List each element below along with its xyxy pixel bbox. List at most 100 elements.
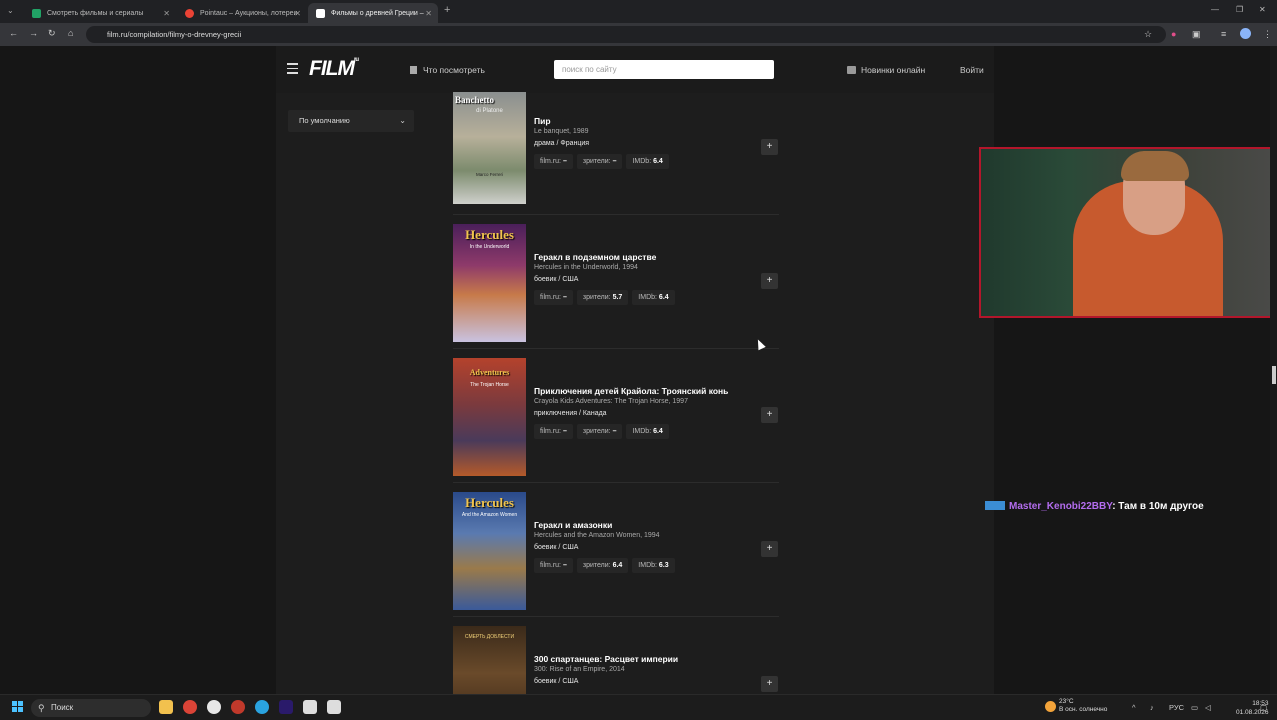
- tab-films[interactable]: Смотреть фильмы и сериалы ✕: [24, 3, 176, 23]
- add-to-list-button[interactable]: +: [761, 676, 778, 692]
- film-poster[interactable]: Hercules And the Amazon Women: [453, 492, 526, 610]
- back-icon[interactable]: ←: [9, 28, 18, 38]
- film-original-title: 300: Rise of an Empire, 2014: [534, 666, 625, 673]
- film-title[interactable]: Геракл в подземном царстве: [534, 252, 656, 262]
- film-poster[interactable]: СМЕРТЬ ДОБЛЕСТИ: [453, 626, 526, 694]
- chat-message: Master_Kenobi22BBY: Там в 10м другое: [985, 501, 1204, 512]
- input-language[interactable]: РУС: [1169, 703, 1184, 712]
- telegram-icon[interactable]: [255, 700, 269, 714]
- close-tab-icon[interactable]: ✕: [294, 9, 301, 18]
- network-icon[interactable]: ▭: [1191, 703, 1198, 712]
- site-search-input[interactable]: [554, 60, 774, 79]
- home-icon[interactable]: ⌂: [68, 28, 73, 38]
- tv-icon: [847, 66, 856, 74]
- menu-burger-icon[interactable]: [287, 63, 298, 77]
- chevron-down-icon: ⌄: [399, 116, 406, 125]
- profile-avatar[interactable]: [1240, 28, 1251, 39]
- address-bar[interactable]: film.ru/compilation/filmy-o-drevney-grec…: [86, 26, 1166, 43]
- media-control-icon[interactable]: ≡: [1221, 29, 1226, 39]
- premiere-icon[interactable]: [279, 700, 293, 714]
- tab-title: Смотреть фильмы и сериалы: [47, 9, 144, 17]
- tab-list-icon[interactable]: ⌄: [7, 6, 14, 15]
- film-title[interactable]: Геракл и амазонки: [534, 520, 612, 530]
- bookmark-icon: [410, 66, 417, 74]
- film-genre: боевик / США: [534, 276, 579, 283]
- film-poster[interactable]: Adventures The Trojan Horse: [453, 358, 526, 476]
- rating-viewers: зрители: 5.7: [576, 290, 629, 305]
- app-icon[interactable]: [327, 700, 341, 714]
- search-icon: ⚲: [38, 703, 45, 713]
- notifications-icon[interactable]: ▢: [1260, 703, 1267, 712]
- film-ratings: film.ru: – зрители: – IMDb: 6.4: [534, 154, 669, 169]
- tab-title: Pointauc – Аукционы, лотереи: [200, 9, 298, 17]
- site-header: FILMru Что посмотреть Новинки онлайн Вой…: [276, 46, 994, 93]
- nav-new-online[interactable]: Новинки онлайн: [847, 65, 925, 75]
- add-to-list-button[interactable]: +: [761, 541, 778, 557]
- film-title[interactable]: 300 спартанцев: Расцвет империи: [534, 654, 678, 664]
- tab-favicon: [32, 8, 41, 18]
- microphone-icon[interactable]: ♪: [1150, 703, 1154, 712]
- sort-dropdown[interactable]: По умолчанию ⌄: [288, 110, 414, 132]
- film-card: Adventures The Trojan Horse Приключения …: [453, 349, 779, 483]
- maximize-icon[interactable]: ❐: [1236, 5, 1243, 14]
- add-to-list-button[interactable]: +: [761, 273, 778, 289]
- forward-icon[interactable]: →: [29, 28, 38, 38]
- close-tab-icon[interactable]: ✕: [425, 9, 432, 18]
- bookmark-star-icon[interactable]: ☆: [1144, 29, 1152, 40]
- app-icon[interactable]: [231, 700, 245, 714]
- film-card: Hercules And the Amazon Women Геракл и а…: [453, 483, 779, 617]
- app-icon[interactable]: [303, 700, 317, 714]
- page-scrollbar[interactable]: [1270, 46, 1277, 694]
- extensions-puzzle-icon[interactable]: ▣: [1192, 29, 1201, 40]
- tab-greece-films[interactable]: Фильмы о древней Греции – ✕: [308, 3, 438, 23]
- film-card: Banchetto di Platone Marco Ferreri Пир L…: [453, 92, 779, 215]
- film-original-title: Crayola Kids Adventures: The Trojan Hors…: [534, 398, 688, 405]
- film-poster[interactable]: Hercules In the Underworld: [453, 224, 526, 342]
- rating-filmru: film.ru: –: [534, 424, 573, 439]
- film-genre: драма / Франция: [534, 140, 590, 147]
- film-genre: боевик / США: [534, 544, 579, 551]
- login-link[interactable]: Войти: [960, 65, 984, 75]
- windows-start-icon[interactable]: [12, 701, 24, 713]
- rating-filmru: film.ru: –: [534, 154, 573, 169]
- site-logo[interactable]: FILMru: [309, 57, 359, 81]
- film-title[interactable]: Приключения детей Крайола: Троянский кон…: [534, 386, 728, 396]
- file-explorer-icon[interactable]: [159, 700, 173, 714]
- volume-icon[interactable]: ◁: [1205, 703, 1211, 712]
- scrollbar-thumb[interactable]: [1272, 366, 1276, 384]
- film-ratings: film.ru: – зрители: 6.4 IMDb: 6.3: [534, 558, 675, 573]
- extension-icon[interactable]: ●: [1171, 29, 1176, 39]
- rating-imdb: IMDb: 6.4: [626, 154, 669, 169]
- film-title[interactable]: Пир: [534, 116, 551, 126]
- chat-username: Master_Kenobi22BBY: [1009, 501, 1113, 512]
- minimize-icon[interactable]: —: [1211, 5, 1219, 14]
- weather-widget[interactable]: 23°C В осн. солнечно: [1059, 698, 1107, 714]
- taskbar-search[interactable]: ⚲ Поиск: [31, 699, 151, 717]
- rating-viewers: зрители: –: [576, 154, 623, 169]
- chat-badges-icon: [985, 501, 1005, 510]
- film-poster[interactable]: Banchetto di Platone Marco Ferreri: [453, 92, 526, 204]
- url-text: film.ru/compilation/filmy-o-drevney-grec…: [107, 30, 242, 39]
- sort-selected: По умолчанию: [299, 116, 350, 125]
- browser-toolbar: ← → ↻ ⌂ film.ru/compilation/filmy-o-drev…: [0, 23, 1277, 46]
- webcam-overlay: [979, 147, 1277, 318]
- new-tab-icon[interactable]: +: [444, 4, 450, 16]
- nav-what-to-watch[interactable]: Что посмотреть: [410, 65, 485, 75]
- window-close-icon[interactable]: ✕: [1259, 5, 1266, 14]
- windows-taskbar: ⚲ Поиск 23°C В осн. солнечно ^ ♪ РУС ▭ ◁…: [0, 694, 1277, 720]
- tray-chevron-icon[interactable]: ^: [1132, 703, 1136, 712]
- close-tab-icon[interactable]: ✕: [163, 9, 170, 18]
- obs-icon[interactable]: [207, 700, 221, 714]
- add-to-list-button[interactable]: +: [761, 139, 778, 155]
- browser-tab-bar: ⌄ Смотреть фильмы и сериалы ✕ Pointauc –…: [0, 0, 1277, 23]
- weather-icon[interactable]: [1045, 701, 1056, 712]
- rating-viewers: зрители: 6.4: [576, 558, 629, 573]
- film-card: СМЕРТЬ ДОБЛЕСТИ 300 спартанцев: Расцвет …: [453, 617, 779, 694]
- tab-title: Фильмы о древней Греции –: [331, 9, 424, 17]
- taskbar-search-label: Поиск: [51, 703, 74, 712]
- chrome-icon[interactable]: [183, 700, 197, 714]
- browser-menu-icon[interactable]: ⋮: [1263, 29, 1272, 40]
- tab-pointauc[interactable]: Pointauc – Аукционы, лотереи ✕: [177, 3, 307, 23]
- reload-icon[interactable]: ↻: [48, 28, 56, 39]
- add-to-list-button[interactable]: +: [761, 407, 778, 423]
